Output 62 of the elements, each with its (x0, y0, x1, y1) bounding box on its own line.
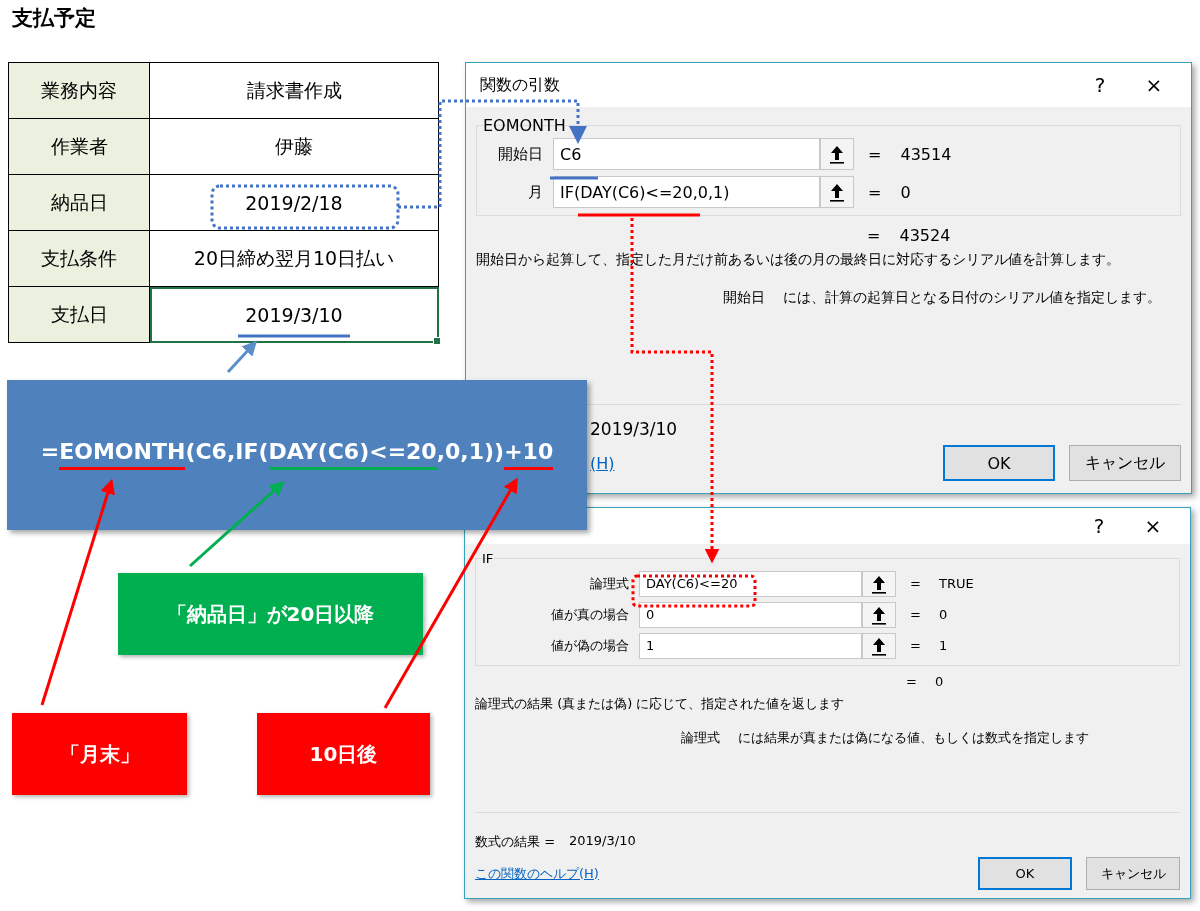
input-field[interactable]: IF(DAY(C6)<=20,0,1) (553, 176, 820, 208)
dialog-title: 関数の引数 (480, 74, 560, 96)
argument-result: = 1 (910, 638, 948, 653)
argument-label: 開始日 (497, 144, 544, 164)
table-cell[interactable]: 20日締め翌月10日払い (149, 230, 439, 287)
help-button[interactable]: ? (1073, 69, 1127, 101)
formula-text: =EOMONTH(C6,IF(DAY(C6)<=20,0,1))+10 (40, 435, 554, 475)
input-field[interactable]: 1 (639, 632, 862, 659)
help-link[interactable]: この関数のヘルプ(H) (475, 864, 599, 883)
dialog-button[interactable]: OK (978, 857, 1072, 890)
function-name: IF (482, 550, 495, 568)
collapse-button[interactable] (862, 601, 896, 628)
input-field[interactable]: C6 (553, 138, 820, 170)
argument-name: 開始日 (723, 289, 765, 307)
argument-result: = 0 (868, 182, 911, 202)
callout-label: 10日後 (257, 713, 430, 795)
dialog-button[interactable]: OK (943, 445, 1055, 481)
collapse-button[interactable] (862, 570, 896, 597)
table-cell: 業務内容 (8, 62, 150, 119)
collapse-button[interactable] (820, 138, 854, 170)
dialog-button[interactable]: キャンセル (1086, 857, 1180, 890)
sheet-title: 支払予定 (12, 5, 96, 32)
close-button[interactable]: × (1127, 69, 1181, 101)
argument-label: 月 (527, 182, 544, 202)
table-cell: 支払日 (8, 286, 150, 343)
argument-label: 値が偽の場合 (550, 636, 630, 655)
callout-label: 「月末」 (12, 713, 187, 795)
argument-label: 論理式 (589, 574, 630, 593)
table-cell[interactable]: 2019/3/10 (149, 286, 439, 343)
table-cell: 納品日 (8, 174, 150, 231)
table-cell[interactable]: 伊藤 (149, 118, 439, 175)
argument-result: = 0 (910, 607, 948, 622)
function-result: = 43524 (867, 226, 952, 245)
function-name: EOMONTH (483, 117, 567, 135)
function-result: = 0 (906, 674, 945, 689)
collapse-button[interactable] (820, 176, 854, 208)
argument-result: = TRUE (910, 576, 974, 591)
collapse-button[interactable] (862, 632, 896, 659)
table-cell: 支払条件 (8, 230, 150, 287)
pointer-arrow (226, 340, 258, 373)
formula-result-label: 数式の結果 = (475, 833, 556, 851)
up-arrow-icon (829, 144, 845, 164)
table-cell: 作業者 (8, 118, 150, 175)
formula-result: 2019/3/10 (590, 419, 678, 439)
table-cell[interactable]: 2019/2/18 (149, 174, 439, 231)
function-description: 論理式の結果 (真または偽) に応じて、指定された値を返します (475, 695, 846, 713)
argument-result: = 43514 (868, 144, 952, 164)
table-cell[interactable]: 請求書作成 (149, 62, 439, 119)
help-link[interactable]: (H) (590, 453, 615, 473)
help-button[interactable]: ? (1072, 510, 1126, 542)
argument-description: には、計算の起算日となる日付のシリアル値を指定します。 (783, 289, 1161, 307)
callout-label: 「納品日」が20日以降 (118, 573, 423, 655)
argument-name: 論理式 (681, 729, 720, 747)
up-arrow-icon (829, 182, 845, 202)
underline (550, 176, 598, 180)
formula-result: 2019/3/10 (569, 833, 636, 850)
input-field[interactable]: 0 (639, 601, 862, 628)
input-field[interactable]: DAY(C6)<=20 (639, 570, 862, 597)
dialog-button[interactable]: キャンセル (1069, 445, 1181, 481)
close-button[interactable]: × (1126, 510, 1180, 542)
argument-label: 値が真の場合 (550, 605, 630, 624)
argument-description: には結果が真または偽になる値、もしくは数式を指定します (738, 729, 1089, 747)
